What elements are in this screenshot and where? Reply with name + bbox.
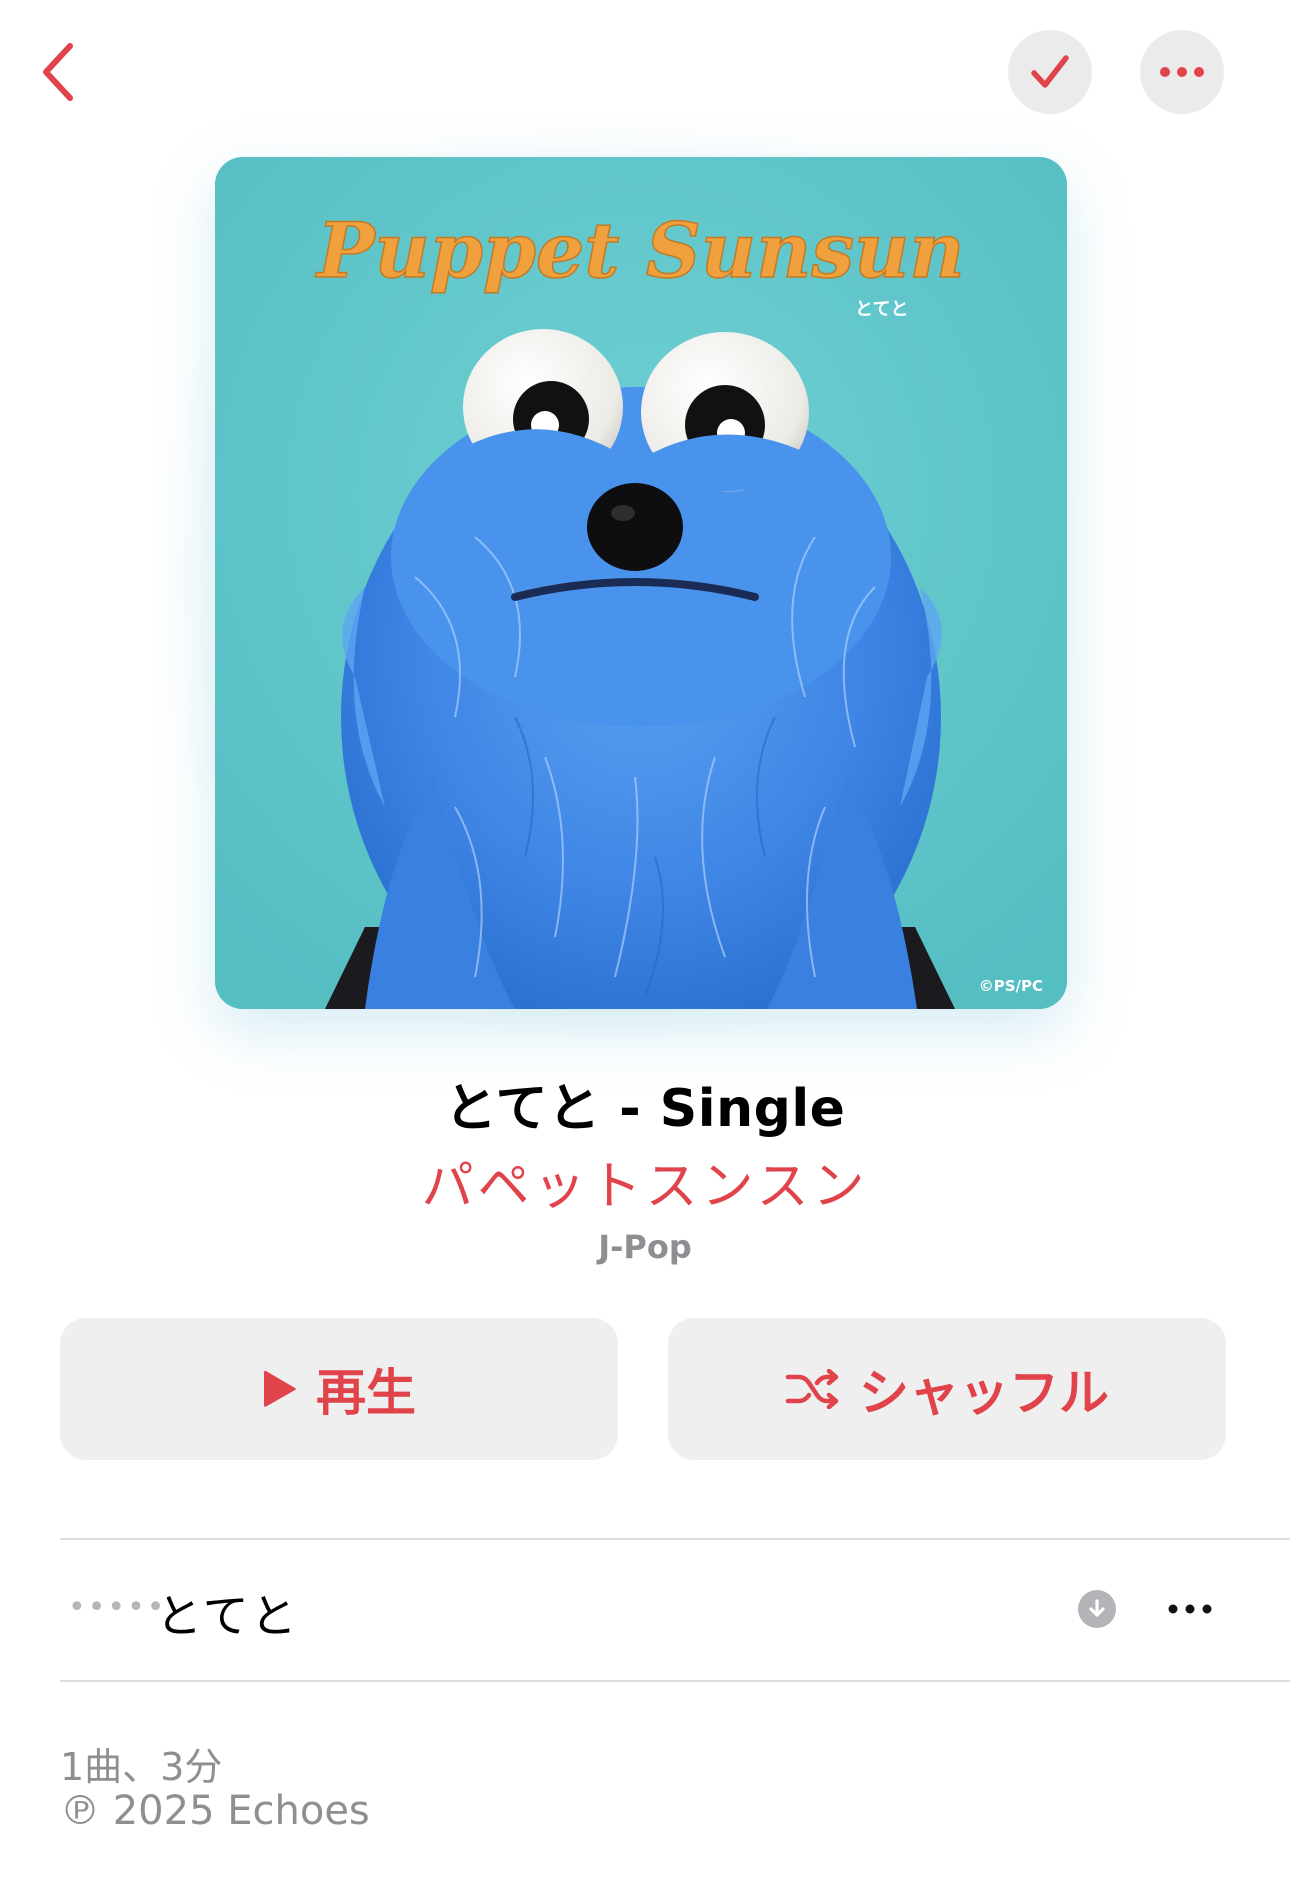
artwork-logo-subtitle: とてと bbox=[855, 299, 908, 320]
artwork-logo-text: Puppet Sunsun bbox=[315, 206, 964, 295]
ellipsis-icon bbox=[1168, 1604, 1212, 1614]
ellipsis-icon bbox=[1160, 67, 1204, 77]
track-number: ••••• bbox=[68, 1590, 167, 1625]
copyright: ℗ 2025 Echoes bbox=[60, 1788, 370, 1834]
track-more-button[interactable] bbox=[1150, 1584, 1230, 1634]
track-list-divider bbox=[60, 1680, 1290, 1682]
album-title: とてと - Single bbox=[444, 1079, 846, 1139]
shuffle-button-label: シャッフル bbox=[859, 1364, 1109, 1422]
track-title: とてと bbox=[156, 1589, 299, 1643]
artist-link[interactable]: パペットスンスン bbox=[0, 1144, 1290, 1219]
album-artwork[interactable]: Puppet Sunsun とてと ©PS/PC bbox=[215, 157, 1067, 1009]
track-row[interactable]: ••••• とてと bbox=[60, 1540, 1290, 1680]
artwork-credit: ©PS/PC bbox=[979, 977, 1043, 995]
shuffle-button[interactable]: シャッフル bbox=[668, 1318, 1226, 1460]
back-button[interactable] bbox=[28, 36, 88, 108]
shuffle-icon bbox=[785, 1369, 839, 1409]
artwork-illustration: Puppet Sunsun とてと ©PS/PC bbox=[215, 157, 1067, 1009]
chevron-left-icon bbox=[43, 43, 73, 101]
added-to-library-button[interactable] bbox=[1008, 30, 1092, 114]
play-button[interactable]: 再生 bbox=[60, 1318, 618, 1460]
checkmark-icon bbox=[1031, 55, 1069, 88]
album-genre: J-Pop bbox=[598, 1228, 692, 1266]
play-icon bbox=[264, 1370, 296, 1407]
more-options-button[interactable] bbox=[1140, 30, 1224, 114]
track-count-duration: 1曲、3分 bbox=[60, 1745, 223, 1789]
play-button-label: 再生 bbox=[316, 1364, 416, 1422]
download-icon[interactable] bbox=[1078, 1590, 1116, 1628]
puppet-body bbox=[341, 387, 942, 1009]
